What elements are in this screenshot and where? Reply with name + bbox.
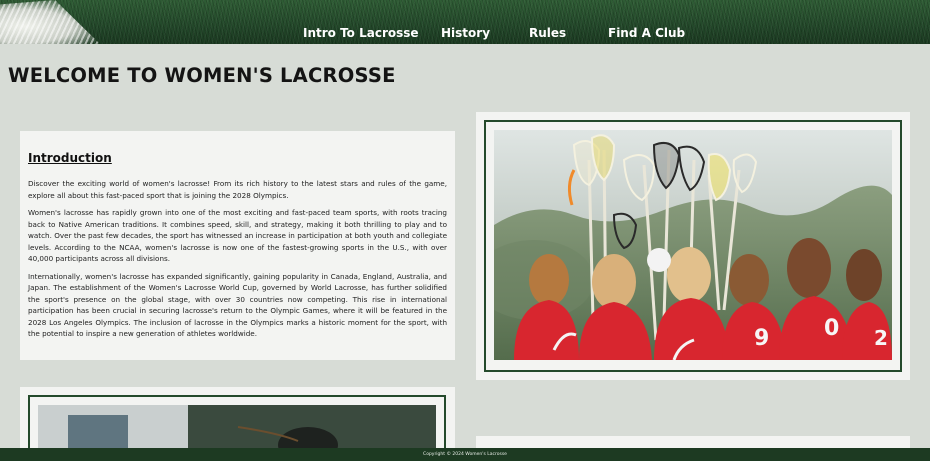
team-photo-card: 9 0 2: [476, 112, 910, 380]
photo-frame: 9 0 2: [484, 120, 902, 372]
svg-text:2: 2: [874, 326, 888, 350]
main-nav: Intro To Lacrosse History Rules Find A C…: [0, 0, 930, 44]
nav-item-rules[interactable]: Rules: [529, 26, 566, 40]
footer-copyright: Copyright © 2024 Women's Lacrosse: [423, 452, 507, 457]
svg-text:0: 0: [824, 316, 839, 341]
nav-item-intro-to-lacrosse[interactable]: Intro To Lacrosse: [303, 26, 419, 40]
intro-paragraph: Discover the exciting world of women's l…: [28, 179, 447, 200]
site-footer: Copyright © 2024 Women's Lacrosse: [0, 448, 930, 461]
nav-item-history[interactable]: History: [441, 26, 490, 40]
nav-item-find-a-club[interactable]: Find A Club: [608, 26, 685, 40]
team-huddle-photo: 9 0 2: [494, 130, 892, 360]
intro-card: Introduction Discover the exciting world…: [20, 131, 455, 360]
page-title: WELCOME TO WOMEN'S LACROSSE: [8, 64, 396, 87]
intro-paragraph: Women's lacrosse has rapidly grown into …: [28, 208, 447, 263]
intro-paragraph: Internationally, women's lacrosse has ex…: [28, 271, 447, 339]
intro-heading: Introduction: [28, 151, 112, 165]
svg-text:9: 9: [754, 326, 769, 351]
site-header: Intro To Lacrosse History Rules Find A C…: [0, 0, 930, 44]
